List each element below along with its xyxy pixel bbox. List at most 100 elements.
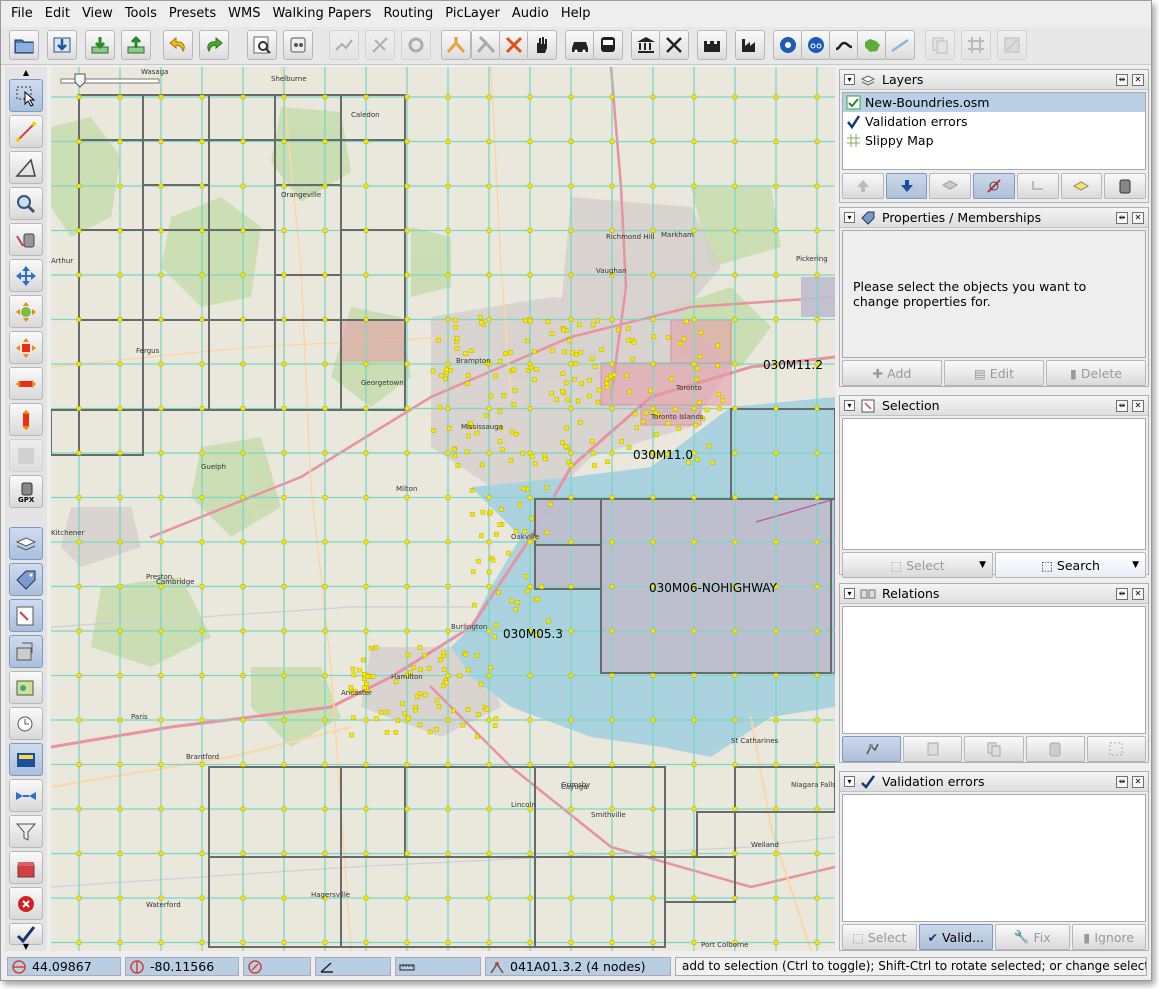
menu-routing[interactable]: Routing [377, 1, 439, 27]
industry-button[interactable] [735, 30, 765, 60]
map-canvas[interactable]: Shelburne Orangeville Arthur Fergus Guelph Ki… [51, 67, 835, 951]
path-button[interactable] [885, 30, 915, 60]
close-icon[interactable]: ✕ [1132, 588, 1144, 600]
measure-mode-button[interactable] [9, 151, 43, 184]
layer-item-validation[interactable]: Validation errors [843, 112, 1145, 131]
close-icon[interactable]: ✕ [1132, 776, 1144, 788]
scroll-down-arrow[interactable]: ▼ [9, 941, 43, 951]
park-button[interactable] [857, 30, 887, 60]
menu-audio[interactable]: Audio [506, 1, 555, 27]
close-icon[interactable]: ✕ [1132, 74, 1144, 86]
conflict-toggle-button[interactable] [9, 671, 43, 704]
undock-icon[interactable]: ⇹ [1116, 212, 1128, 224]
menu-help[interactable]: Help [555, 1, 597, 27]
join-button[interactable] [499, 30, 529, 60]
horizontal-button[interactable] [9, 367, 43, 400]
copy-button[interactable] [925, 30, 955, 60]
edit-relation-button[interactable] [903, 736, 963, 762]
select-mode-button[interactable] [9, 79, 43, 112]
zoom-mode-button[interactable] [9, 187, 43, 220]
properties-toggle-button[interactable] [9, 563, 43, 596]
road-button[interactable] [829, 30, 859, 60]
move-down-button[interactable] [885, 173, 928, 199]
chevron-down-icon[interactable]: ▼ [1132, 560, 1139, 570]
bus-button[interactable] [593, 30, 623, 60]
delete-property-button[interactable]: ▮ Delete [1046, 360, 1146, 386]
preferences-button[interactable] [247, 30, 277, 60]
menu-edit[interactable]: Edit [39, 1, 76, 27]
menu-view[interactable]: View [76, 1, 119, 27]
refresh-button[interactable] [401, 30, 431, 60]
filter-button[interactable] [9, 815, 43, 848]
undock-icon[interactable]: ⇹ [1116, 776, 1128, 788]
menu-tools[interactable]: Tools [119, 1, 163, 27]
new-relation-button[interactable] [842, 736, 902, 762]
shop-button[interactable] [773, 30, 803, 60]
layer-info-button[interactable] [1060, 173, 1103, 199]
merge-layer-button[interactable] [929, 173, 972, 199]
undock-icon[interactable]: ⇹ [1116, 74, 1128, 86]
collapse-icon[interactable]: ▾ [844, 212, 855, 223]
map-view[interactable]: Shelburne Orangeville Arthur Fergus Guelph Ki… [51, 67, 835, 951]
bicycle-button[interactable] [801, 30, 831, 60]
bank-button[interactable] [631, 30, 661, 60]
add-property-button[interactable]: ✚ Add [842, 360, 942, 386]
layer-item-slippy-map[interactable]: Slippy Map [843, 131, 1145, 150]
undo-button[interactable] [163, 30, 193, 60]
select-members-button[interactable] [1086, 736, 1147, 762]
align-button[interactable] [365, 30, 395, 60]
edit-property-button[interactable]: ▤ Edit [944, 360, 1044, 386]
delete-mode-button[interactable] [9, 223, 43, 256]
collapse-icon[interactable]: ▾ [844, 776, 855, 787]
download-button[interactable] [47, 30, 77, 60]
undock-icon[interactable]: ⇹ [1116, 588, 1128, 600]
save-button[interactable] [85, 30, 115, 60]
fix-button[interactable]: 🔧 Fix [995, 924, 1070, 950]
redo-button[interactable] [199, 30, 229, 60]
close-icon[interactable]: ✕ [1132, 400, 1144, 412]
scale-mode-button[interactable] [9, 331, 43, 364]
search-button[interactable]: ⬚ Search ▼ [995, 552, 1146, 578]
selection-toggle-button[interactable] [9, 599, 43, 632]
selection-list[interactable] [842, 418, 1146, 550]
delete-relation-button[interactable] [1025, 736, 1085, 762]
select-button[interactable]: ⬚ Select ▼ [842, 552, 993, 578]
castle-button[interactable] [697, 30, 727, 60]
ignore-button[interactable]: ▮ Ignore [1071, 924, 1146, 950]
collapse-icon[interactable]: ▾ [844, 588, 855, 599]
collapse-icon[interactable]: ▾ [844, 400, 855, 411]
restaurant-button[interactable] [659, 30, 689, 60]
collapse-icon[interactable]: ▾ [844, 74, 855, 85]
imagery-toggle-button[interactable] [9, 743, 43, 776]
validation-select-button[interactable]: ⬚ Select [842, 924, 917, 950]
delete-layer-button[interactable] [1104, 173, 1147, 199]
validate-button[interactable]: ✔ Valid... [918, 924, 993, 950]
package-button[interactable] [9, 851, 43, 884]
relations-list[interactable] [842, 606, 1146, 734]
filter-toggle-button[interactable] [9, 707, 43, 740]
toggle-visibility-button[interactable] [973, 173, 1015, 199]
upload-button[interactable] [121, 30, 151, 60]
layers-toggle-button[interactable] [9, 527, 43, 560]
gpx-button[interactable]: GPX [9, 475, 43, 508]
car-button[interactable] [565, 30, 595, 60]
move-mode-button[interactable] [9, 259, 43, 292]
menu-wms[interactable]: WMS [222, 1, 266, 27]
search-map-button[interactable] [283, 30, 313, 60]
menu-presets[interactable]: Presets [163, 1, 222, 27]
validation-list[interactable] [842, 794, 1146, 922]
rotate-button[interactable] [997, 30, 1027, 60]
undock-icon[interactable]: ⇹ [1116, 400, 1128, 412]
chevron-down-icon[interactable]: ▼ [979, 560, 986, 570]
duplicate-layer-button[interactable] [1016, 173, 1059, 199]
combine-way-button[interactable] [471, 30, 501, 60]
close-icon[interactable]: ✕ [1132, 212, 1144, 224]
menu-file[interactable]: File [5, 1, 39, 27]
simplify-button[interactable] [329, 30, 359, 60]
duplicate-relation-button[interactable] [964, 736, 1024, 762]
split-way-button[interactable] [441, 30, 471, 60]
draw-mode-button[interactable] [9, 115, 43, 148]
menu-walking-papers[interactable]: Walking Papers [266, 1, 377, 27]
relations-toggle-button[interactable] [9, 779, 43, 812]
improve-way-button[interactable] [9, 295, 43, 328]
